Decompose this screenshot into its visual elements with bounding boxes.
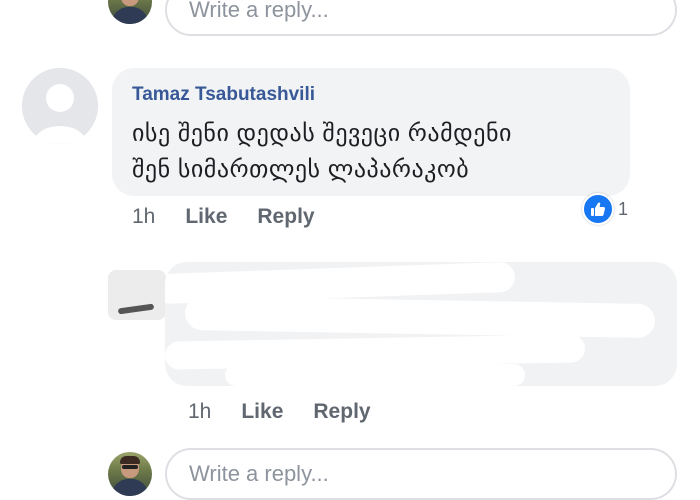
redacted-comment-bubble — [165, 262, 677, 386]
bottom-reply-placeholder: Write a reply... — [189, 461, 329, 486]
bottom-reply-input[interactable]: Write a reply... — [165, 448, 677, 500]
redaction-scribble — [225, 364, 525, 386]
reply-button[interactable]: Reply — [257, 205, 314, 229]
reply-comment-actions: 1h Like Reply — [188, 400, 371, 424]
top-reply-input[interactable]: Write a reply... — [165, 0, 677, 36]
top-reply-placeholder: Write a reply... — [189, 0, 329, 22]
redaction-scribble — [184, 295, 656, 339]
comment-author-link[interactable]: Tamaz Tsabutashvili — [132, 84, 610, 106]
thumbs-up-icon — [582, 193, 614, 225]
comment-text-line: შენ სიმართლეს ლაპარაკობ — [132, 156, 470, 183]
redacted-avatar — [108, 270, 166, 320]
comment-text-line: ისე შენი დედას შევეცი რამდენი — [132, 120, 512, 147]
current-user-avatar[interactable] — [108, 0, 152, 24]
comment-timestamp[interactable]: 1h — [132, 205, 155, 229]
comment-actions: 1h Like Reply — [132, 205, 315, 229]
current-user-avatar[interactable] — [108, 452, 152, 496]
reply-timestamp[interactable]: 1h — [188, 400, 211, 424]
reaction-summary[interactable]: 1 — [582, 193, 629, 225]
reply-reply-button[interactable]: Reply — [313, 400, 370, 424]
default-profile-icon — [22, 68, 98, 144]
commenter-avatar[interactable] — [22, 68, 98, 144]
comment-bubble: Tamaz Tsabutashvili ისე შენი დედას შევეც… — [112, 68, 630, 196]
reaction-count: 1 — [618, 198, 629, 219]
comment-text: ისე შენი დედას შევეცი რამდენი შენ სიმართ… — [132, 116, 610, 188]
like-button[interactable]: Like — [185, 205, 227, 229]
reply-like-button[interactable]: Like — [241, 400, 283, 424]
